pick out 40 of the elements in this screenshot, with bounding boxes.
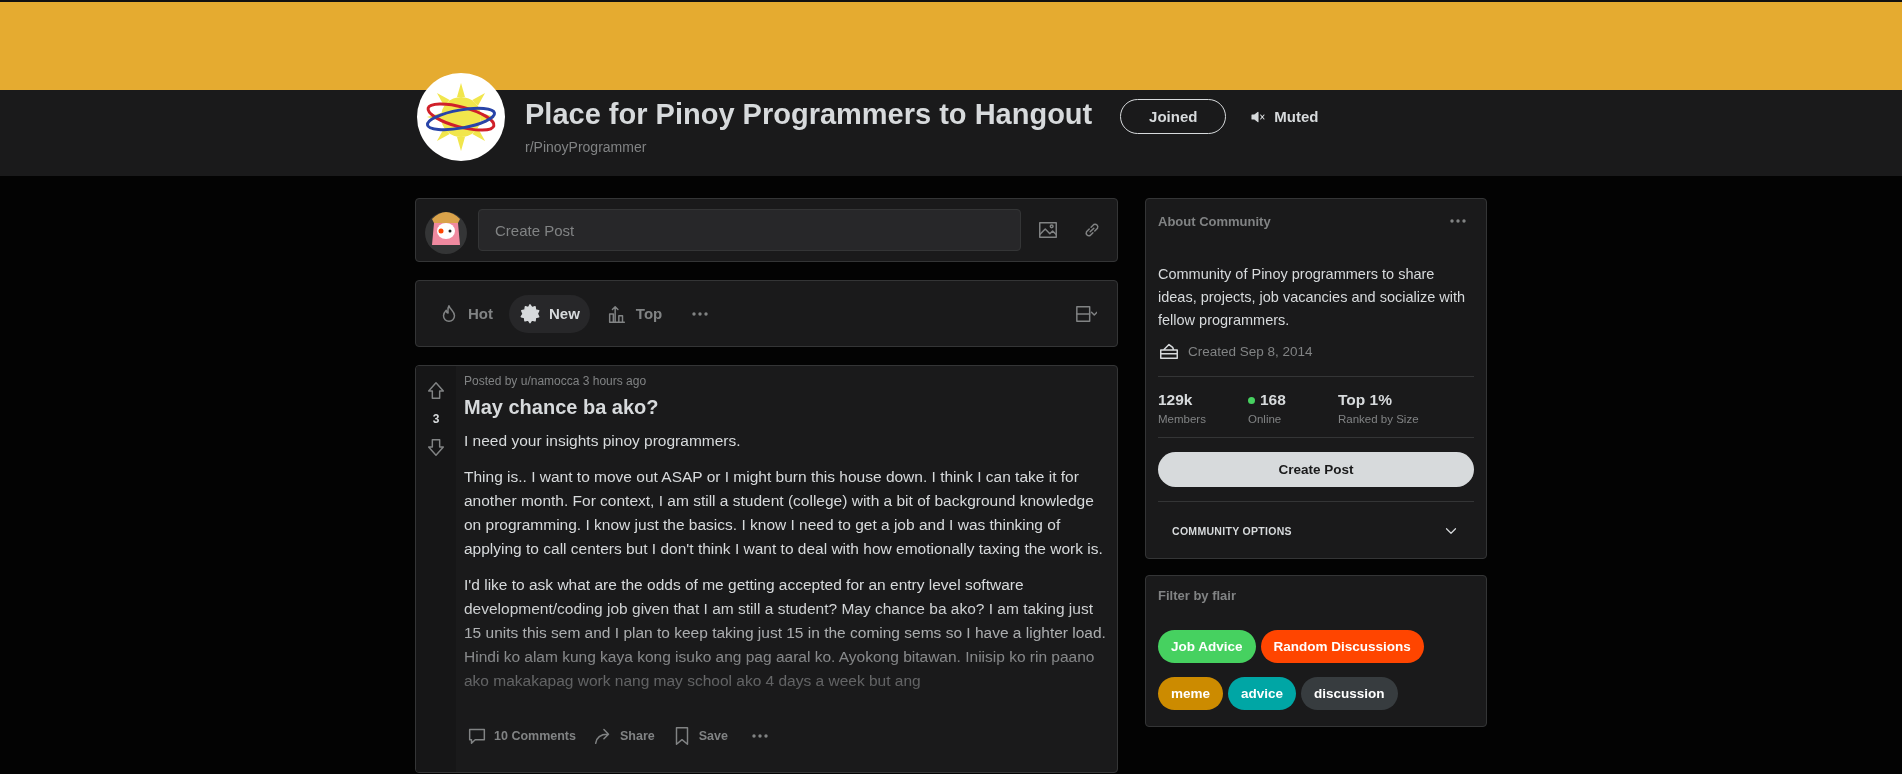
more-icon [1450, 219, 1466, 223]
more-icon [692, 311, 709, 316]
sort-tab[interactable]: Hot [428, 294, 503, 333]
up-arrow-icon [425, 380, 447, 402]
comments-button[interactable]: 10 Comments [460, 721, 582, 751]
share-button[interactable]: Share [586, 721, 661, 751]
created-date: Created Sep 8, 2014 [1188, 343, 1313, 359]
stat-value: 129k [1158, 391, 1194, 409]
post-meta: Posted by u/namocca 3 hours ago [464, 374, 648, 388]
stat-label: Online [1248, 413, 1283, 425]
online-dot [1248, 396, 1255, 404]
community-title: Place for Pinoy Programmers to Hangout [525, 98, 1093, 131]
flair-tag[interactable]: advice [1228, 677, 1297, 710]
more-icon [751, 734, 768, 738]
community-description: Community of Pinoy programmers to share ideas, projects, job vacancies and socialize with fellow programmers. [1158, 265, 1467, 330]
flair-tag[interactable]: discussion [1301, 677, 1398, 710]
image-icon [1037, 219, 1059, 241]
stat-label: Members [1158, 413, 1207, 425]
subreddit-name: r/PinoyProgrammer [525, 139, 648, 155]
post-paragraph: I'd like to ask what are the odds of me getting accepted for an entry level software development/coding job given that I am still a student? May chance ba ako? I am taking just 15 units this sem and I plan to keep taking just 15 in the coming sems so I have a lighter load. Hindi ko alam kung kaya kong isuko ang pag aaral ko. Ayokong bitawan. Iniisip ko rin paano ako makakapag work nang may school ako 4 days a week but ang [464, 575, 1107, 691]
create-post-field[interactable]: Create Post [478, 209, 1021, 251]
badge-icon [519, 302, 541, 325]
save-button[interactable]: Save [664, 721, 734, 751]
flair-tag[interactable]: Random Discussions [1260, 630, 1424, 663]
post-paragraph: I need your insights pinoy programmers. [464, 431, 742, 451]
create-post-button[interactable]: Create Post [1158, 452, 1474, 487]
flair-tag[interactable]: meme [1158, 677, 1224, 710]
vote-count: 3 [432, 412, 440, 426]
about-heading: About Community [1158, 213, 1271, 229]
down-arrow-icon [425, 436, 447, 458]
community-options-toggle[interactable]: COMMUNITY OPTIONS [1158, 501, 1474, 542]
stat-value: 168 [1248, 391, 1338, 409]
flair-heading: Filter by flair [1158, 588, 1238, 603]
mute-button[interactable]: Muted [1244, 99, 1325, 134]
post-title[interactable]: May chance ba ako? [464, 396, 1109, 419]
stat-value: Top 1% [1338, 391, 1393, 409]
sort-tab[interactable]: Top [595, 294, 673, 333]
post-paragraph: Thing is.. I want to move out ASAP or I might burn this house down. I think I can take it for another month. For context, I am still a student (college) with a bit of background knowledge on programming. I know just the basics. I know I need to get a job and I was thinking of applying to call centers but I don't think I want to deal with how emotionally taxing the work is. [464, 467, 1104, 559]
sort-tab[interactable]: New [509, 294, 590, 333]
stat-label: Ranked by Size [1338, 413, 1420, 425]
